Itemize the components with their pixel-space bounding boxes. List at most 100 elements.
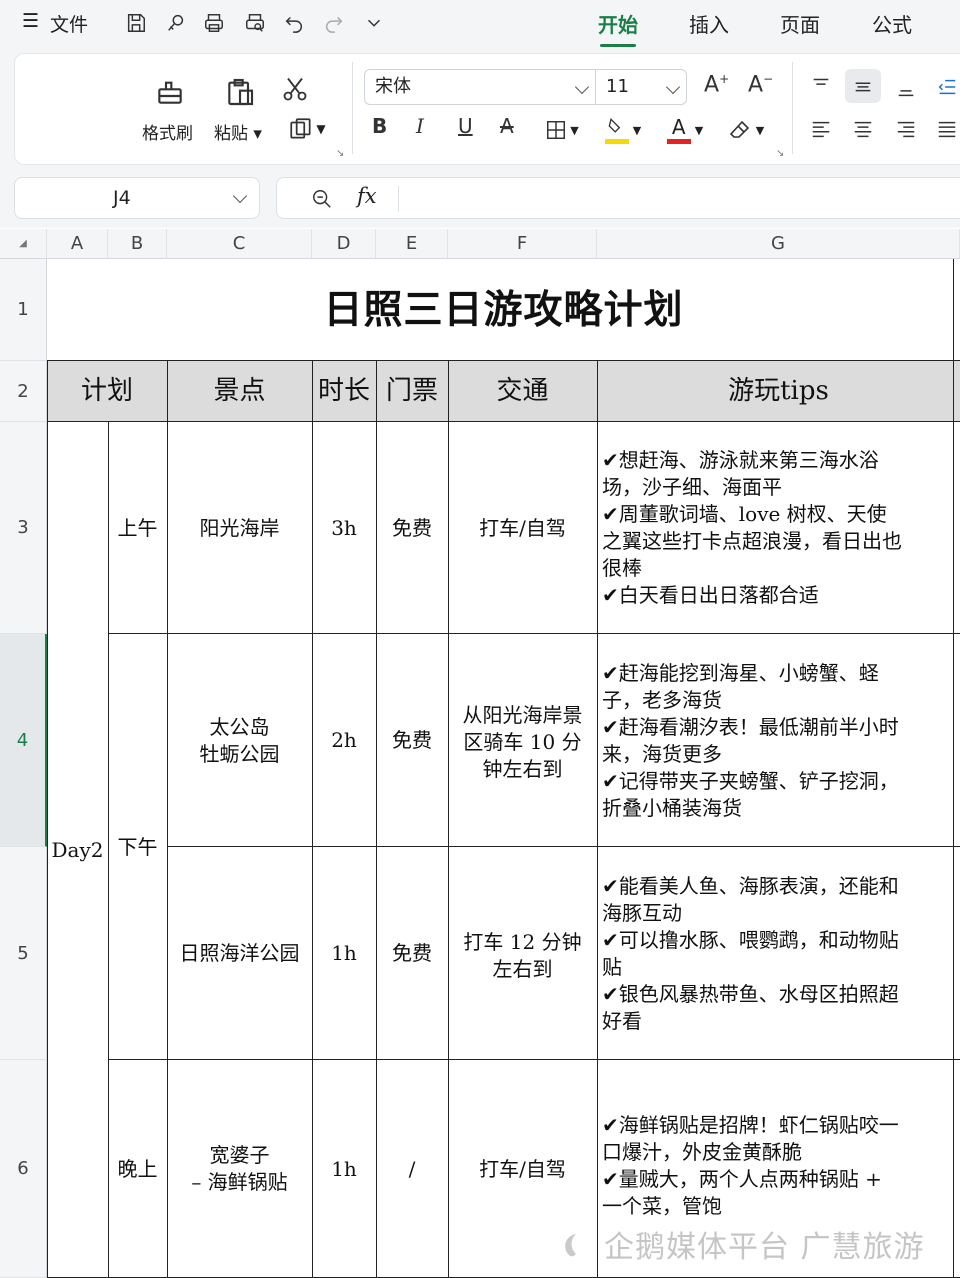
format-painter-icon[interactable] (150, 72, 190, 112)
justify-icon[interactable] (934, 116, 960, 142)
menu-icon[interactable]: ☰ (22, 10, 39, 32)
ticket-cell[interactable]: / (376, 1060, 448, 1278)
format-painter-label[interactable]: 格式刷 (142, 119, 193, 144)
copy-icon[interactable]: ▼ (282, 114, 332, 144)
duration-cell[interactable]: 1h (312, 847, 376, 1060)
duration-cell[interactable]: 1h (312, 1060, 376, 1278)
period-morning[interactable]: 上午 (108, 422, 167, 634)
clear-format-icon[interactable]: ▼ (722, 114, 770, 146)
column-header[interactable]: E (376, 229, 448, 259)
tip-line: ✔量贼大，两个人点两种锅贴 + (602, 1167, 882, 1191)
decrease-font-icon[interactable]: A− (748, 72, 773, 97)
header-spot[interactable]: 景点 (167, 361, 312, 422)
chevron-down-icon[interactable] (232, 188, 248, 204)
row-header-active[interactable]: 4 (0, 634, 47, 847)
row-header[interactable]: 3 (0, 422, 47, 634)
italic-icon[interactable]: I (416, 114, 424, 138)
file-menu[interactable]: 文件 (50, 10, 88, 37)
tip-line: 场，沙子细、海面平 (602, 475, 782, 499)
fx-icon[interactable]: fx (357, 184, 377, 208)
ticket-cell[interactable]: 免费 (376, 422, 448, 634)
header-plan[interactable]: 计划 (47, 361, 167, 422)
increase-font-icon[interactable]: A+ (704, 72, 729, 97)
grid-line (108, 633, 960, 634)
period-afternoon[interactable]: 下午 (108, 634, 167, 1060)
spot-cell[interactable]: 宽婆子 – 海鲜锅贴 (167, 1060, 312, 1278)
align-bottom-icon[interactable] (893, 76, 919, 102)
tips-cell[interactable]: ✔想赶海、游泳就来第三海水浴 场，沙子细、海面平 ✔周董歌词墙、love 树杈、… (597, 422, 960, 634)
clipboard-expand-icon[interactable]: ↘ (336, 148, 344, 159)
tab-insert[interactable]: 插入 (689, 9, 729, 38)
select-all-corner[interactable]: ◢ (0, 229, 47, 259)
more-chevron-icon[interactable] (360, 9, 388, 37)
cut-icon[interactable] (278, 72, 312, 106)
tab-page[interactable]: 页面 (780, 9, 820, 38)
spot-cell[interactable]: 日照海洋公园 (167, 847, 312, 1060)
print-preview-icon[interactable] (241, 9, 269, 37)
grid-line (448, 361, 449, 1278)
borders-icon[interactable]: ▼ (540, 116, 584, 144)
underline-icon[interactable]: U (458, 114, 473, 138)
zoom-function-icon[interactable] (309, 186, 335, 212)
align-center-icon[interactable] (850, 116, 876, 142)
chevron-down-icon (665, 79, 681, 95)
fill-color-icon[interactable]: ▼ (600, 114, 646, 146)
row-header[interactable]: 6 (0, 1060, 47, 1278)
formula-input[interactable]: fx (276, 177, 960, 219)
decrease-indent-icon[interactable] (934, 74, 960, 100)
chevron-down-icon (574, 79, 590, 95)
tip-line: 来，海货更多 (602, 741, 722, 766)
period-evening[interactable]: 晚上 (108, 1060, 167, 1278)
duration-cell[interactable]: 3h (312, 422, 376, 634)
print-icon[interactable] (200, 9, 228, 37)
day-cell[interactable]: Day2 (47, 422, 108, 1278)
duration-cell[interactable]: 2h (312, 634, 376, 847)
font-name-select[interactable]: 宋体 (364, 69, 596, 105)
align-middle-icon[interactable] (845, 69, 881, 103)
ticket-cell[interactable]: 免费 (376, 634, 448, 847)
tab-formula[interactable]: 公式 (872, 9, 912, 38)
ticket-cell[interactable]: 免费 (376, 847, 448, 1060)
sheet-title[interactable]: 日照三日游攻略计划 (47, 259, 960, 361)
header-tips[interactable]: 游玩tips (597, 361, 960, 422)
tab-home[interactable]: 开始 (598, 9, 638, 47)
name-box[interactable]: J4 (14, 177, 260, 219)
header-duration[interactable]: 时长 (312, 361, 376, 422)
align-right-icon[interactable] (893, 116, 919, 142)
font-name-value: 宋体 (375, 76, 411, 97)
row-header[interactable]: 2 (0, 361, 47, 422)
strikethrough-icon[interactable]: A (500, 114, 514, 138)
tips-cell[interactable]: ✔能看美人鱼、海豚表演，还能和 海豚互动 ✔可以撸水豚、喂鹦鹉，和动物贴 贴 ✔… (597, 847, 960, 1060)
transport-cell[interactable]: 从阳光海岸景 区骑车 10 分 钟左右到 (448, 634, 597, 847)
column-header[interactable]: B (108, 229, 167, 259)
column-header[interactable]: G (597, 229, 960, 259)
font-size-select[interactable]: 11 (595, 69, 687, 105)
cell-reference: J4 (113, 187, 131, 209)
column-header[interactable]: C (167, 229, 312, 259)
font-expand-icon[interactable]: ↘ (776, 148, 784, 159)
font-color-icon[interactable]: A ▼ (662, 114, 708, 146)
transport-cell[interactable]: 打车 12 分钟 左右到 (448, 847, 597, 1060)
redo-icon[interactable] (320, 9, 348, 37)
tip-line: 折叠小桶装海货 (602, 795, 742, 820)
spot-cell[interactable]: 太公岛 牡蛎公园 (167, 634, 312, 847)
column-header[interactable]: A (47, 229, 108, 259)
row-header[interactable]: 5 (0, 847, 47, 1060)
spot-cell[interactable]: 阳光海岸 (167, 422, 312, 634)
transport-cell[interactable]: 打车/自驾 (448, 422, 597, 634)
tips-cell[interactable]: ✔赶海能挖到海星、小螃蟹、蛏 子，老多海货 ✔赶海看潮汐表！最低潮前半小时 来，… (597, 634, 960, 847)
column-header[interactable]: D (312, 229, 376, 259)
paste-icon[interactable] (220, 72, 260, 112)
column-header[interactable]: F (448, 229, 597, 259)
divider (792, 62, 793, 154)
undo-icon[interactable] (280, 9, 308, 37)
share-icon[interactable] (162, 9, 190, 37)
header-ticket[interactable]: 门票 (376, 361, 448, 422)
paste-label[interactable]: 粘贴 ▾ (214, 119, 262, 144)
bold-icon[interactable]: B (372, 114, 387, 138)
header-transport[interactable]: 交通 (448, 361, 597, 422)
save-icon[interactable] (122, 9, 150, 37)
row-header[interactable]: 1 (0, 259, 47, 361)
align-left-icon[interactable] (808, 116, 834, 142)
align-top-icon[interactable] (808, 72, 834, 98)
